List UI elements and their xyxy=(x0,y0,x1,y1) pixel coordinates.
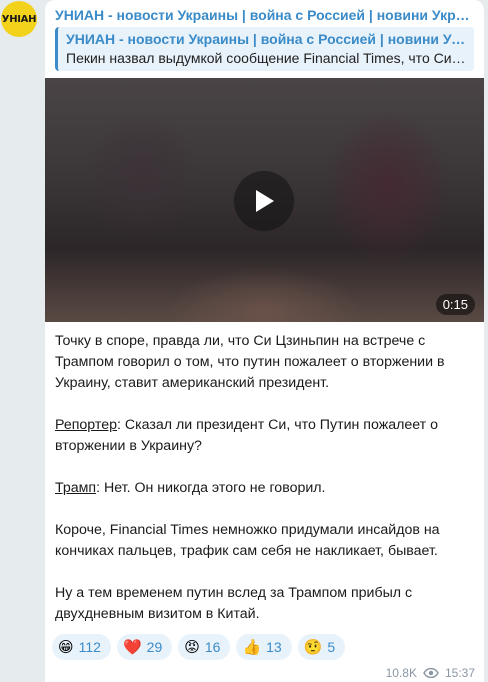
paragraph-visit: Ну а тем временем путин вслед за Трампом… xyxy=(55,585,413,622)
reply-title: УНИАН - новости Украины | война с Россие… xyxy=(66,31,466,47)
grin-emoji-icon: 😁 xyxy=(58,637,74,656)
reaction-angry[interactable]: 😡 16 xyxy=(178,634,231,660)
message-bubble: УНИАН - новости Украины | война с Россие… xyxy=(45,0,484,682)
paragraph-intro: Точку в споре, правда ли, что Си Цзиньпи… xyxy=(55,333,445,391)
trump-text: : Нет. Он никогда этого не говорил. xyxy=(96,480,326,496)
message-meta: 10.8K 15:37 xyxy=(386,666,475,680)
reaction-grin[interactable]: 😁 112 xyxy=(52,634,111,660)
video-thumbnail[interactable]: 0:15 xyxy=(45,78,484,322)
paragraph-reporter: Репортер: Сказал ли президент Си, что Пу… xyxy=(55,415,477,457)
play-icon xyxy=(256,190,274,212)
reaction-count: 112 xyxy=(78,639,101,655)
reaction-count: 13 xyxy=(266,639,282,655)
reporter-label: Репортер xyxy=(55,417,118,433)
channel-avatar[interactable]: УНІАН xyxy=(1,1,37,37)
reaction-count: 5 xyxy=(327,639,336,655)
angry-emoji-icon: 😡 xyxy=(184,637,200,656)
message-time: 15:37 xyxy=(444,666,475,680)
raised-eyebrow-emoji-icon: 🤨 xyxy=(303,637,323,656)
reaction-raised-eyebrow[interactable]: 🤨 5 xyxy=(297,634,346,660)
views-count: 10.8K xyxy=(385,666,417,680)
reaction-thumbs-up[interactable]: 👍 13 xyxy=(236,634,292,660)
reaction-heart[interactable]: ❤️ 29 xyxy=(116,634,173,660)
trump-label: Трамп xyxy=(55,480,97,496)
reaction-count: 16 xyxy=(204,639,221,655)
thumbs-up-emoji-icon: 👍 xyxy=(242,637,262,656)
eye-icon xyxy=(423,668,439,678)
play-button[interactable] xyxy=(234,171,294,231)
message-text: Точку в споре, правда ли, что Си Цзиньпи… xyxy=(55,331,477,625)
reactions-bar: 😁 112 ❤️ 29 😡 16 👍 13 🤨 5 xyxy=(52,634,346,660)
heart-emoji-icon: ❤️ xyxy=(122,637,142,656)
forwarded-reply-preview[interactable]: УНИАН - новости Украины | война с Россие… xyxy=(55,27,474,71)
paragraph-trump: Трамп: Нет. Он никогда этого не говорил. xyxy=(55,478,477,499)
video-duration: 0:15 xyxy=(435,294,475,315)
reaction-count: 29 xyxy=(146,639,163,655)
channel-name[interactable]: УНИАН - новости Украины | война с Россие… xyxy=(55,7,475,23)
paragraph-ft: Короче, Financial Times немножко придума… xyxy=(55,522,440,559)
reply-text: Пекин назвал выдумкой сообщение Financia… xyxy=(66,50,466,66)
